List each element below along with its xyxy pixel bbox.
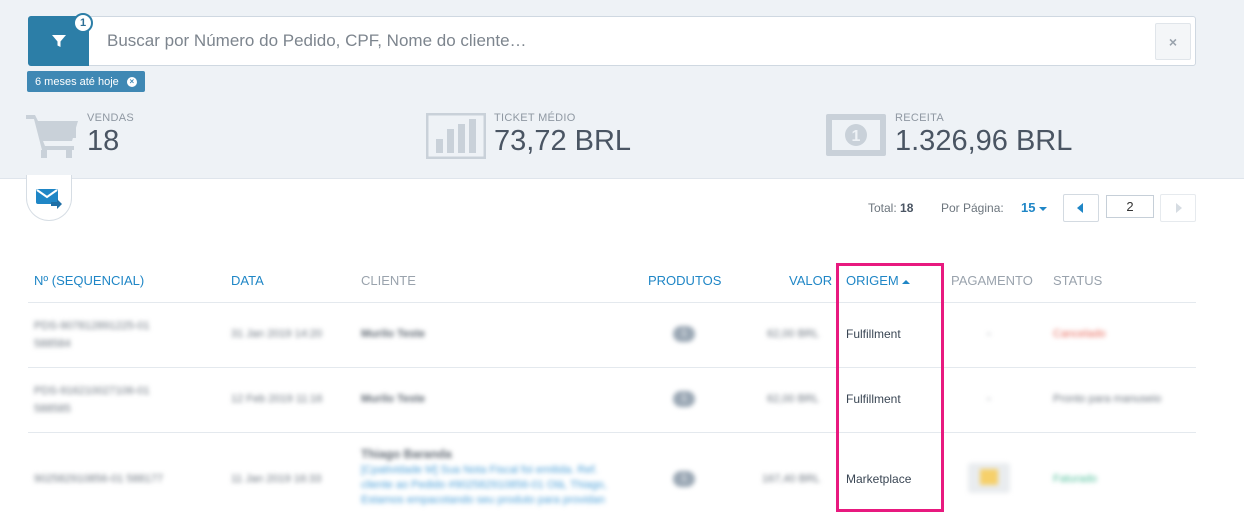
clear-search-button[interactable]: ×	[1155, 23, 1191, 60]
row-date: 12 Feb 2019 11:16	[231, 393, 323, 405]
email-forward-icon	[36, 188, 62, 209]
chevron-down-icon	[1039, 206, 1048, 211]
sales-value: 18	[87, 125, 120, 157]
filter-count-badge: 1	[73, 13, 93, 33]
header-divider	[28, 302, 1196, 303]
row-seq-suffix: 588584	[34, 338, 71, 350]
banknote-icon: 1	[826, 114, 886, 156]
page-number-input[interactable]	[1106, 195, 1154, 218]
date-filter-chip[interactable]: 6 meses até hoje ×	[27, 71, 145, 92]
origin-column-highlight	[836, 263, 944, 512]
revenue-label: RECEITA	[895, 112, 944, 124]
row-status: Cancelado	[1053, 328, 1106, 340]
filter-icon	[51, 35, 66, 47]
ticket-value: 73,72 BRL	[494, 125, 632, 157]
header-seq[interactable]: Nº (SEQUENCIAL)	[34, 273, 144, 288]
header-value[interactable]: VALOR	[789, 273, 832, 288]
next-page-button[interactable]	[1160, 194, 1196, 222]
row-payment: -	[987, 328, 991, 340]
row-seq: 902582910856-01 588177	[34, 473, 164, 485]
chevron-left-icon	[1077, 203, 1083, 213]
header-status: STATUS	[1053, 273, 1103, 288]
row-value: 167,40 BRL	[762, 473, 821, 485]
row-date: 31 Jan 2019 14:20	[231, 328, 323, 340]
row-products-badge: 1	[673, 391, 695, 407]
row-status: Pronto para manuseio	[1053, 393, 1162, 405]
bar-chart-icon	[426, 113, 486, 159]
header-client: CLIENTE	[361, 273, 416, 288]
row-products-badge: 1	[673, 326, 695, 342]
row-seq: PDS-907812891225-01	[34, 320, 150, 332]
per-page-select[interactable]: 15	[1021, 200, 1048, 215]
row-seq: PDS-916210027106-01	[34, 385, 150, 397]
chip-close-icon[interactable]: ×	[126, 76, 137, 87]
row-divider	[28, 432, 1196, 433]
header-date[interactable]: DATA	[231, 273, 264, 288]
row-divider	[28, 367, 1196, 368]
ticket-label: TICKET MÉDIO	[494, 112, 576, 124]
row-payment: -	[987, 393, 991, 405]
date-filter-chip-label: 6 meses até hoje	[35, 75, 119, 88]
revenue-value: 1.326,96 BRL	[895, 125, 1073, 157]
row-client: Murilo Teste	[361, 328, 425, 340]
row-status: Faturado	[1053, 473, 1098, 485]
row-client: Murilo Teste	[361, 393, 425, 405]
search-input[interactable]	[96, 22, 1136, 60]
total-count: Total: 18	[868, 201, 914, 215]
cart-icon	[26, 115, 78, 158]
row-date: 11 Jan 2019 16:33	[231, 473, 322, 485]
svg-text:1: 1	[852, 128, 861, 145]
header-products[interactable]: PRODUTOS	[648, 273, 721, 288]
prev-page-button[interactable]	[1063, 194, 1099, 222]
row-value: 62,00 BRL	[767, 393, 819, 405]
chevron-right-icon	[1176, 203, 1182, 213]
row-client: Thiago Baranda	[361, 447, 452, 461]
row-products-badge: 1	[673, 471, 695, 487]
row-client-note[interactable]: [Cpatividade M] Sua Nota Fiscal foi emit…	[361, 463, 631, 509]
sales-label: VENDAS	[87, 112, 135, 124]
row-value: 62,00 BRL	[767, 328, 819, 340]
header-payment: PAGAMENTO	[951, 273, 1033, 288]
per-page-label: Por Página:	[941, 201, 1004, 215]
payment-card-icon	[968, 463, 1010, 493]
row-seq-suffix: 588585	[34, 403, 71, 415]
email-export-button[interactable]	[26, 175, 72, 221]
